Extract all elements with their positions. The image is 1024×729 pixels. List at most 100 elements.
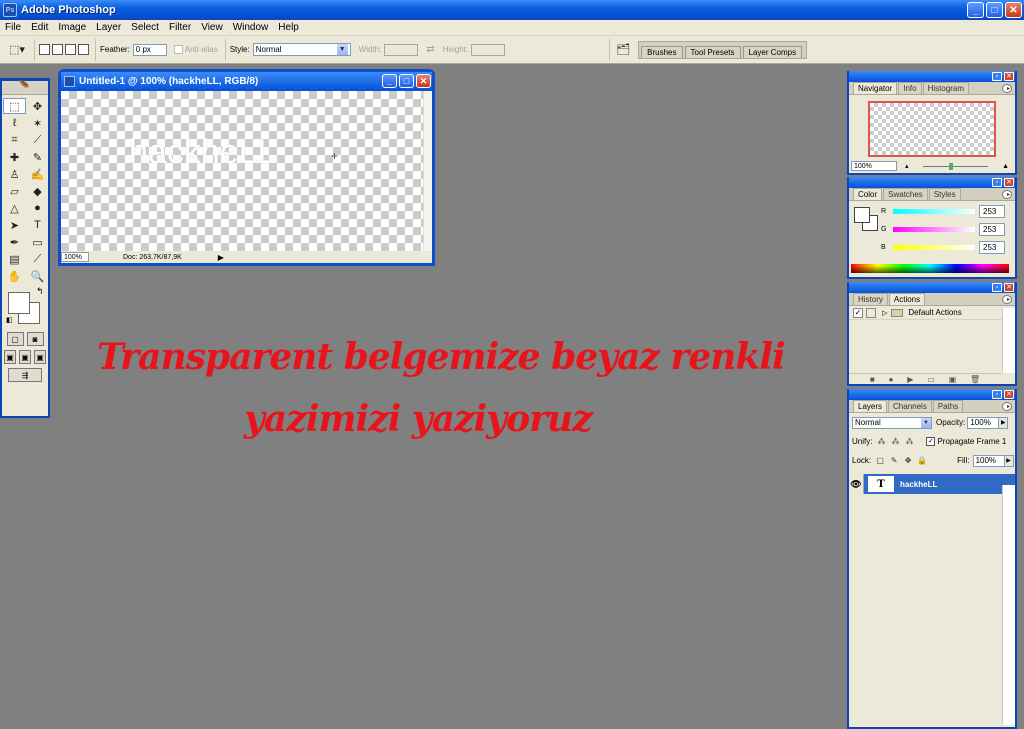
layers-palette-header[interactable]: ▫ ✕ xyxy=(849,389,1015,400)
move-tool-icon[interactable]: ✥ xyxy=(26,98,49,114)
new-selection-icon[interactable] xyxy=(39,44,50,55)
color-palette-header[interactable]: ▫ ✕ xyxy=(849,177,1015,188)
palette-close-icon[interactable]: ✕ xyxy=(1004,390,1014,399)
action-set-row[interactable]: ✓ ▷ Default Actions xyxy=(849,306,1015,320)
slice-tool-icon[interactable]: ⟋ xyxy=(26,132,49,148)
palette-menu-icon[interactable]: ▸ xyxy=(1002,295,1012,304)
menu-edit[interactable]: Edit xyxy=(26,22,53,33)
actions-palette-header[interactable]: ▫ ✕ xyxy=(849,282,1015,293)
notes-tool-icon[interactable]: ▤ xyxy=(3,251,26,267)
intersect-selection-icon[interactable] xyxy=(78,44,89,55)
record-icon[interactable]: ● xyxy=(889,375,894,384)
tab-layers[interactable]: Layers xyxy=(853,400,888,412)
tab-history[interactable]: History xyxy=(853,293,888,305)
hand-tool-icon[interactable]: ✋ xyxy=(3,268,26,284)
style-select[interactable]: Normal ▼ xyxy=(252,43,351,56)
height-input[interactable] xyxy=(471,43,506,56)
new-action-icon[interactable]: ▣ xyxy=(949,375,957,384)
tab-color[interactable]: Color xyxy=(853,188,883,200)
layers-scrollbar[interactable] xyxy=(1002,485,1015,725)
canvas[interactable]: hackheLL + xyxy=(61,91,432,251)
lock-position-icon[interactable]: ✥ xyxy=(903,456,913,466)
lock-transparency-icon[interactable]: ▢ xyxy=(875,456,885,466)
full-screen-icon[interactable]: ▣ xyxy=(34,350,46,364)
zoom-field[interactable]: 100% xyxy=(61,252,89,262)
eye-visibility-icon[interactable]: 👁 xyxy=(849,474,864,494)
unify-position-icon[interactable]: ⁂ xyxy=(876,437,886,447)
blend-mode-select[interactable]: Normal ▼ xyxy=(852,416,932,429)
healing-brush-icon[interactable]: ✚ xyxy=(3,149,26,165)
jump-to-imageready-icon[interactable]: ⇶ xyxy=(8,368,42,382)
blue-channel-value[interactable]: 253 xyxy=(979,241,1005,254)
lock-all-icon[interactable]: 🔒 xyxy=(917,456,927,466)
paint-bucket-icon[interactable]: ◆ xyxy=(26,183,49,199)
unify-style-icon[interactable]: ⁂ xyxy=(904,437,914,447)
file-browser-icon[interactable]: 🗂 xyxy=(614,42,632,58)
expand-triangle-icon[interactable]: ▷ xyxy=(882,309,887,317)
fill-arrow-icon[interactable]: ▶ xyxy=(1004,454,1014,467)
lasso-tool-icon[interactable]: ℓ xyxy=(3,115,26,131)
tab-styles[interactable]: Styles xyxy=(928,188,961,200)
quick-mask-icon[interactable]: ◙ xyxy=(26,332,44,346)
green-channel-value[interactable]: 253 xyxy=(979,223,1005,236)
navigator-zoom-slider[interactable] xyxy=(922,162,989,170)
zoom-out-icon[interactable]: ▴ xyxy=(905,162,909,170)
document-scrollbar[interactable] xyxy=(423,91,432,251)
standard-mode-icon[interactable]: ▢ xyxy=(6,332,24,346)
pen-tool-icon[interactable]: ✒ xyxy=(3,234,26,250)
opacity-arrow-icon[interactable]: ▶ xyxy=(999,416,1009,429)
actions-scrollbar[interactable] xyxy=(1002,308,1015,373)
well-tab-tool-presets[interactable]: Tool Presets xyxy=(684,45,741,58)
palette-minimize-icon[interactable]: ▫ xyxy=(992,283,1002,292)
fill-input[interactable]: 100% xyxy=(972,454,1005,467)
trash-icon[interactable]: 🗑 xyxy=(970,375,980,384)
history-brush-icon[interactable]: ✍ xyxy=(26,166,49,182)
default-colors-icon[interactable]: ◧ xyxy=(6,316,13,324)
type-tool-icon[interactable]: T xyxy=(26,217,49,233)
new-set-icon[interactable]: ▭ xyxy=(927,375,935,384)
menu-select[interactable]: Select xyxy=(126,22,164,33)
document-title-bar[interactable]: Untitled-1 @ 100% (hackheLL, RGB/8) xyxy=(61,72,432,91)
foreground-color-swatch[interactable] xyxy=(8,292,30,314)
crop-tool-icon[interactable]: ⌗ xyxy=(3,132,26,148)
marquee-tool-icon[interactable]: ⬚ xyxy=(3,98,26,114)
magic-wand-icon[interactable]: ✶ xyxy=(26,115,49,131)
minimize-button[interactable]: _ xyxy=(967,2,984,18)
width-input[interactable] xyxy=(384,43,419,56)
well-tab-brushes[interactable]: Brushes xyxy=(641,45,683,58)
palette-menu-icon[interactable]: ▸ xyxy=(1002,190,1012,199)
photoshop-icon[interactable]: Ps xyxy=(3,3,17,17)
antialias-checkbox[interactable] xyxy=(173,45,183,54)
tab-swatches[interactable]: Swatches xyxy=(883,188,928,200)
eraser-tool-icon[interactable]: ▱ xyxy=(3,183,26,199)
tab-histogram[interactable]: Histogram xyxy=(922,82,970,94)
marquee-preset-icon[interactable]: ⬚▾ xyxy=(4,42,30,58)
action-dialog-toggle[interactable] xyxy=(866,307,876,318)
play-icon[interactable]: ▶ xyxy=(907,375,913,384)
menu-image[interactable]: Image xyxy=(53,22,91,33)
menu-help[interactable]: Help xyxy=(273,22,304,33)
palette-close-icon[interactable]: ✕ xyxy=(1004,178,1014,187)
menu-window[interactable]: Window xyxy=(228,22,274,33)
opacity-input[interactable]: 100% xyxy=(967,416,1000,429)
swap-colors-icon[interactable]: ↰ xyxy=(36,286,44,297)
standard-screen-icon[interactable]: ▣ xyxy=(4,350,16,364)
doc-minimize-button[interactable]: _ xyxy=(382,74,397,88)
feather-logo-icon[interactable]: 🪶 xyxy=(2,81,48,95)
menu-view[interactable]: View xyxy=(196,22,228,33)
palette-minimize-icon[interactable]: ▫ xyxy=(992,390,1002,399)
tab-paths[interactable]: Paths xyxy=(932,400,964,412)
blue-channel-slider[interactable] xyxy=(893,245,975,250)
palette-minimize-icon[interactable]: ▫ xyxy=(992,178,1002,187)
feather-input[interactable]: 0 px xyxy=(132,43,167,56)
path-select-icon[interactable]: ➤ xyxy=(3,217,26,233)
unify-visibility-icon[interactable]: ⁂ xyxy=(890,437,900,447)
shape-tool-icon[interactable]: ▭ xyxy=(26,234,49,250)
red-channel-value[interactable]: 253 xyxy=(979,205,1005,218)
palette-menu-icon[interactable]: ▸ xyxy=(1002,84,1012,93)
navigator-preview[interactable] xyxy=(868,101,996,157)
add-selection-icon[interactable] xyxy=(52,44,63,55)
palette-menu-icon[interactable]: ▸ xyxy=(1002,402,1012,411)
maximize-button[interactable]: □ xyxy=(986,2,1003,18)
color-foreground-swatch[interactable] xyxy=(854,207,870,223)
